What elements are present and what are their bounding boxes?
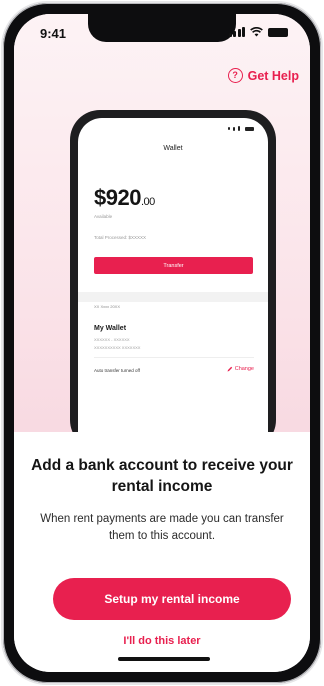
preview-change-label: Change <box>234 366 254 372</box>
preview-date: XX Xxxx 20XX <box>94 304 121 309</box>
sheet-title: Add a bank account to receive your renta… <box>31 457 293 495</box>
preview-status-icons <box>228 126 254 131</box>
help-icon: ? <box>227 68 243 83</box>
device-notch <box>88 14 236 42</box>
setup-rental-income-button[interactable]: Setup my rental income <box>53 578 291 620</box>
phone-screen: 9:41 ? Get Help Wallet $920.00 Available… <box>14 14 310 672</box>
status-icons <box>228 27 288 37</box>
signal-icon <box>228 27 245 37</box>
preview-change-link: Change <box>227 366 254 372</box>
preview-transfer-button: Transfer <box>94 257 253 274</box>
home-indicator <box>118 657 210 661</box>
preview-balance-main: $920 <box>94 185 141 210</box>
preview-title: Wallet <box>163 145 183 152</box>
preview-wallet-details: XXXXXX - XXXXXX <box>94 337 130 342</box>
wifi-icon <box>250 27 263 37</box>
preview-balance: $920.00 <box>94 185 155 211</box>
preview-auto-transfer: Auto transfer turned off <box>94 368 140 373</box>
wallet-preview-phone: Wallet $920.00 Available Total Processed… <box>70 110 276 450</box>
preview-balance-cents: .00 <box>140 196 155 208</box>
phone-frame: 9:41 ? Get Help Wallet $920.00 Available… <box>3 3 321 683</box>
preview-divider <box>78 292 268 302</box>
preview-wallet-name: My Wallet <box>94 325 127 332</box>
preview-wallet-details-2: XXXXXXXXXX XXXXXXX <box>94 345 141 350</box>
sheet-description: When rent payments are made you can tran… <box>40 513 284 542</box>
battery-icon <box>268 27 288 37</box>
wallet-preview-screen: Wallet $920.00 Available Total Processed… <box>78 118 268 448</box>
bottom-sheet: Add a bank account to receive your renta… <box>14 432 310 672</box>
preview-separator <box>94 357 254 358</box>
do-this-later-link[interactable]: I'll do this later <box>14 635 310 647</box>
preview-total-caption: Total Processed: $XXXXX <box>94 235 147 240</box>
preview-balance-caption: Available <box>94 214 113 219</box>
pencil-icon <box>227 366 232 372</box>
get-help-label: Get Help <box>247 68 299 83</box>
status-time: 9:41 <box>40 26 67 41</box>
get-help-link[interactable]: ? Get Help <box>227 68 299 83</box>
